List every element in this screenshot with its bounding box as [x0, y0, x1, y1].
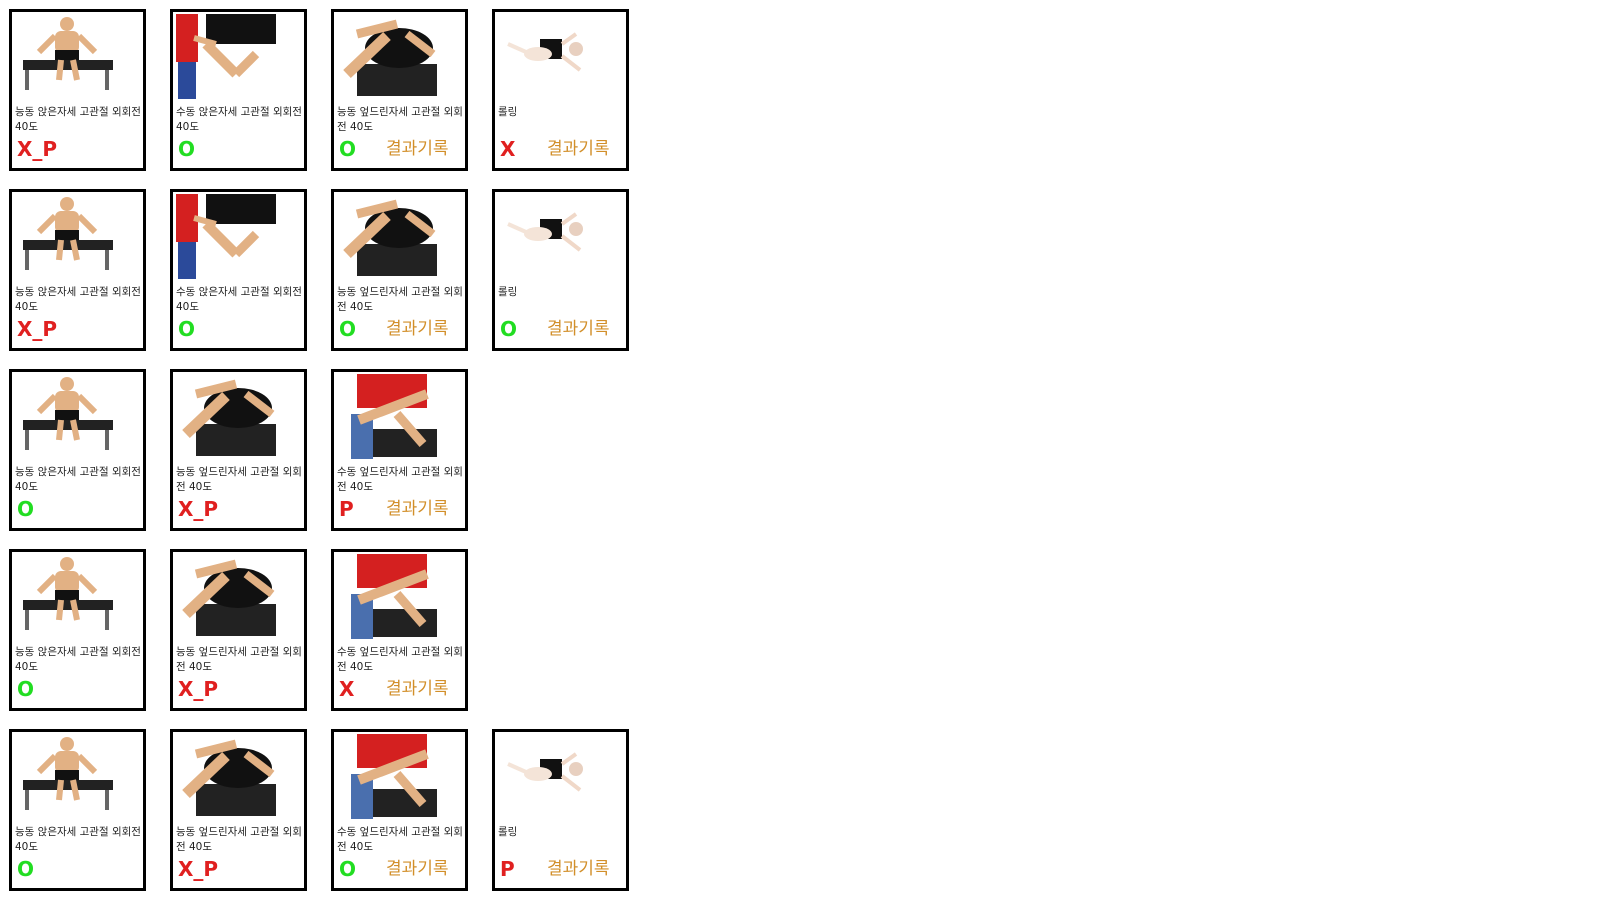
exercise-card[interactable]: 능동 앉은자세 고관절 외회전 40도 O — [9, 729, 146, 891]
result-record-button[interactable]: 결과기록 — [386, 134, 449, 164]
seated-exercise-image — [15, 374, 119, 459]
status-mark: O — [500, 317, 518, 341]
exercise-caption: 능동 앉은자세 고관절 외회전 40도 — [15, 646, 141, 673]
exercise-card[interactable]: 수동 엎드린자세 고관절 외회전 40도 X 결과기록 — [331, 549, 468, 711]
exercise-card[interactable]: 능동 앉은자세 고관절 외회전 40도 X_P — [9, 189, 146, 351]
seated-exercise-image — [15, 734, 119, 819]
status-mark: X_P — [178, 677, 219, 701]
assisted-prone-exercise-image — [337, 734, 441, 819]
assisted-seated-exercise-image — [176, 14, 280, 99]
status-mark: X — [339, 677, 355, 701]
exercise-caption: 수동 엎드린자세 고관절 외회전 40도 — [337, 466, 463, 493]
exercise-caption: 능동 앉은자세 고관절 외회전 40도 — [15, 466, 141, 493]
exercise-caption: 롤링 — [498, 826, 518, 838]
exercise-card[interactable]: 능동 앉은자세 고관절 외회전 40도 X_P — [9, 9, 146, 171]
status-mark: O — [17, 497, 35, 521]
exercise-card[interactable]: 수동 엎드린자세 고관절 외회전 40도 P 결과기록 — [331, 369, 468, 531]
rolling-exercise-image — [498, 734, 602, 819]
exercise-caption: 능동 앉은자세 고관절 외회전 40도 — [15, 826, 141, 853]
result-record-button[interactable]: 결과기록 — [547, 314, 610, 344]
seated-exercise-image — [15, 14, 119, 99]
exercise-caption: 능동 엎드린자세 고관절 외회전 40도 — [176, 466, 302, 493]
assisted-seated-exercise-image — [176, 194, 280, 279]
result-record-button[interactable]: 결과기록 — [386, 314, 449, 344]
seated-exercise-image — [15, 554, 119, 639]
assisted-prone-exercise-image — [337, 554, 441, 639]
status-mark: X_P — [17, 317, 58, 341]
status-mark: O — [178, 137, 196, 161]
exercise-card[interactable]: 능동 엎드린자세 고관절 외회전 40도 O 결과기록 — [331, 189, 468, 351]
empty-slot — [492, 369, 629, 531]
exercise-grid: 능동 앉은자세 고관절 외회전 40도 X_P 수동 앉은자세 고관절 외회전 40… — [9, 9, 629, 891]
assisted-prone-exercise-image — [337, 374, 441, 459]
exercise-caption: 수동 엎드린자세 고관절 외회전 40도 — [337, 646, 463, 673]
status-mark: X_P — [178, 857, 219, 881]
exercise-caption: 능동 앉은자세 고관절 외회전 40도 — [15, 286, 141, 313]
status-mark: X_P — [178, 497, 219, 521]
exercise-caption: 능동 엎드린자세 고관절 외회전 40도 — [176, 826, 302, 853]
result-record-button[interactable]: 결과기록 — [386, 494, 449, 524]
status-mark: O — [339, 137, 357, 161]
result-record-button[interactable]: 결과기록 — [386, 854, 449, 884]
status-mark: O — [178, 317, 196, 341]
status-mark: P — [500, 857, 515, 881]
status-mark: X_P — [17, 137, 58, 161]
result-record-button[interactable]: 결과기록 — [547, 854, 610, 884]
exercise-card[interactable]: 롤링 P 결과기록 — [492, 729, 629, 891]
result-record-button[interactable]: 결과기록 — [547, 134, 610, 164]
exercise-card[interactable]: 능동 앉은자세 고관절 외회전 40도 O — [9, 369, 146, 531]
exercise-card[interactable]: 능동 엎드린자세 고관절 외회전 40도 X_P — [170, 369, 307, 531]
exercise-caption: 롤링 — [498, 286, 518, 298]
rolling-exercise-image — [498, 194, 602, 279]
exercise-card[interactable]: 롤링 X 결과기록 — [492, 9, 629, 171]
exercise-card[interactable]: 수동 앉은자세 고관절 외회전 40도 O — [170, 9, 307, 171]
prone-exercise-image — [337, 14, 441, 99]
prone-exercise-image — [176, 734, 280, 819]
status-mark: O — [17, 857, 35, 881]
exercise-caption: 능동 엎드린자세 고관절 외회전 40도 — [337, 286, 463, 313]
prone-exercise-image — [176, 374, 280, 459]
status-mark: P — [339, 497, 354, 521]
rolling-exercise-image — [498, 14, 602, 99]
exercise-card[interactable]: 능동 앉은자세 고관절 외회전 40도 O — [9, 549, 146, 711]
status-mark: X — [500, 137, 516, 161]
prone-exercise-image — [176, 554, 280, 639]
empty-slot — [492, 549, 629, 711]
exercise-card[interactable]: 수동 앉은자세 고관절 외회전 40도 O — [170, 189, 307, 351]
prone-exercise-image — [337, 194, 441, 279]
exercise-card[interactable]: 능동 엎드린자세 고관절 외회전 40도 X_P — [170, 549, 307, 711]
seated-exercise-image — [15, 194, 119, 279]
exercise-caption: 수동 앉은자세 고관절 외회전 40도 — [176, 106, 302, 133]
status-mark: O — [339, 857, 357, 881]
status-mark: O — [339, 317, 357, 341]
exercise-caption: 수동 엎드린자세 고관절 외회전 40도 — [337, 826, 463, 853]
exercise-caption: 능동 앉은자세 고관절 외회전 40도 — [15, 106, 141, 133]
exercise-caption: 능동 엎드린자세 고관절 외회전 40도 — [176, 646, 302, 673]
exercise-caption: 수동 앉은자세 고관절 외회전 40도 — [176, 286, 302, 313]
exercise-card[interactable]: 능동 엎드린자세 고관절 외회전 40도 X_P — [170, 729, 307, 891]
exercise-caption: 능동 엎드린자세 고관절 외회전 40도 — [337, 106, 463, 133]
exercise-card[interactable]: 수동 엎드린자세 고관절 외회전 40도 O 결과기록 — [331, 729, 468, 891]
exercise-card[interactable]: 롤링 O 결과기록 — [492, 189, 629, 351]
result-record-button[interactable]: 결과기록 — [386, 674, 449, 704]
exercise-caption: 롤링 — [498, 106, 518, 118]
exercise-card[interactable]: 능동 엎드린자세 고관절 외회전 40도 O 결과기록 — [331, 9, 468, 171]
status-mark: O — [17, 677, 35, 701]
